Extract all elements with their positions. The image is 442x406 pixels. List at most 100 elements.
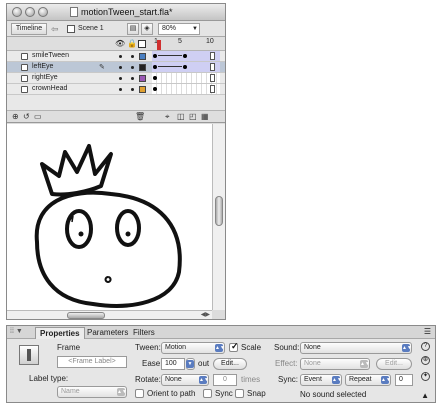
layer-frames[interactable]: [152, 84, 220, 94]
rotate-select[interactable]: None ▲▼: [161, 374, 209, 386]
playhead[interactable]: [157, 40, 161, 50]
ruler-tick-label: 10: [206, 38, 214, 45]
scale-label: Scale: [241, 343, 262, 352]
lock-toggle[interactable]: [131, 77, 134, 80]
panel-tab-bar: ⁞⁞ ▼ Properties Parameters Filters ☰: [7, 326, 435, 339]
scroll-arrows-icon[interactable]: ◀▶: [201, 311, 210, 318]
code-hint-icon[interactable]: ⊕: [421, 356, 430, 365]
tab-filters[interactable]: Filters: [129, 327, 159, 339]
vertical-scroll-thumb[interactable]: [215, 196, 223, 226]
layer-frames[interactable]: [152, 62, 220, 72]
edit-multiple-frames-icon[interactable]: ▦: [201, 112, 209, 121]
frame-ruler[interactable]: 1 5 10: [152, 37, 220, 51]
panel-menu-icon[interactable]: ☰: [424, 327, 431, 336]
visibility-toggle[interactable]: [119, 88, 122, 91]
delete-layer-icon[interactable]: 🗑: [135, 112, 145, 121]
sound-select[interactable]: None ▲▼: [300, 342, 412, 354]
tab-properties[interactable]: Properties: [35, 327, 85, 339]
layer-name[interactable]: crownHead: [32, 85, 67, 92]
visibility-toggle[interactable]: [119, 77, 122, 80]
keyframe-marker[interactable]: [183, 65, 187, 69]
center-frame-icon[interactable]: ⌖: [165, 112, 170, 122]
sync-select[interactable]: Event ▲▼: [300, 374, 342, 386]
frame-label-input[interactable]: <Frame Label>: [57, 356, 127, 368]
effect-edit-button[interactable]: Edit...: [376, 358, 412, 370]
close-window-button[interactable]: [12, 7, 22, 17]
show-hide-all-icon[interactable]: 👁: [115, 39, 125, 48]
layer-name[interactable]: leftEye: [32, 63, 53, 70]
vertical-scrollbar[interactable]: [212, 124, 225, 310]
panel-grip-icon[interactable]: ⁞⁞ ▼: [10, 328, 23, 335]
chevron-down-icon: ▲▼: [215, 344, 225, 352]
outline-color-swatch[interactable]: [139, 86, 146, 93]
chevron-down-icon: ▲▼: [381, 376, 391, 384]
layer-name[interactable]: rightEye: [32, 74, 58, 81]
ease-slider-button[interactable]: ▼: [186, 358, 195, 370]
lock-toggle[interactable]: [131, 55, 134, 58]
tween-select[interactable]: Motion ▲▼: [161, 342, 225, 354]
orient-to-path-label: Orient to path: [147, 389, 196, 398]
keyframe-marker[interactable]: [153, 87, 157, 91]
edit-symbols-icon[interactable]: ◈: [141, 23, 153, 35]
lock-all-icon[interactable]: 🔒: [127, 39, 137, 48]
layer-frames[interactable]: [152, 51, 220, 61]
layer-name[interactable]: smileTween: [32, 52, 69, 59]
help-icon[interactable]: ?: [421, 342, 430, 351]
rotation-times-input[interactable]: 0: [213, 374, 237, 386]
tab-parameters[interactable]: Parameters: [83, 327, 132, 339]
insert-folder-icon[interactable]: ▭: [34, 112, 42, 121]
chevron-down-icon: ▲▼: [360, 360, 370, 368]
layer-row[interactable]: leftEye ✎: [7, 62, 225, 73]
visibility-toggle[interactable]: [119, 66, 122, 69]
minimize-window-button[interactable]: [25, 7, 35, 17]
layer-row[interactable]: crownHead: [7, 84, 225, 95]
ease-input[interactable]: 100: [161, 358, 185, 370]
label-type-select[interactable]: Name ▲▼: [57, 386, 127, 398]
timeline-header: 👁 🔒 1 5 10: [7, 37, 225, 51]
snap-checkbox[interactable]: [235, 389, 244, 398]
label-type-value: Name: [61, 388, 80, 395]
layer-frames[interactable]: [152, 73, 220, 83]
edit-scene-icon[interactable]: ▤: [127, 23, 139, 35]
outline-all-icon[interactable]: [138, 40, 146, 48]
onion-outline-icon[interactable]: ◰: [189, 112, 197, 121]
timeline-toggle-button[interactable]: Timeline: [11, 23, 47, 35]
layer-row[interactable]: rightEye: [7, 73, 225, 84]
document-icon: [70, 7, 78, 17]
zoom-select[interactable]: 80% ▼: [158, 23, 200, 35]
orient-to-path-checkbox[interactable]: [135, 389, 144, 398]
accessibility-icon[interactable]: ✦: [421, 372, 430, 381]
sync-value: Event: [304, 376, 322, 383]
scale-checkbox[interactable]: [229, 341, 239, 352]
pencil-icon: ✎: [99, 64, 105, 71]
sync-checkbox[interactable]: [203, 389, 212, 398]
outline-color-swatch[interactable]: [139, 64, 146, 71]
back-arrow-icon[interactable]: ⇦: [51, 24, 59, 36]
scene-breadcrumb[interactable]: Scene 1: [78, 23, 104, 35]
title-bar[interactable]: motionTween_start.fla*: [7, 4, 225, 21]
visibility-toggle[interactable]: [119, 55, 122, 58]
lock-toggle[interactable]: [131, 66, 134, 69]
repeat-count-input[interactable]: 0: [395, 374, 413, 386]
collapse-arrow-icon[interactable]: ▲: [421, 391, 429, 400]
keyframe-marker[interactable]: [153, 65, 157, 69]
keyframe-marker[interactable]: [153, 54, 157, 58]
layer-row[interactable]: smileTween: [7, 51, 225, 62]
zoom-window-button[interactable]: [38, 7, 48, 17]
ease-edit-button[interactable]: Edit...: [213, 358, 247, 370]
effect-select[interactable]: None ▲▼: [300, 358, 370, 370]
onion-skin-icon[interactable]: ◫: [177, 112, 185, 121]
keyframe-marker[interactable]: [183, 54, 187, 58]
outline-color-swatch[interactable]: [139, 75, 146, 82]
repeat-select[interactable]: Repeat ▲▼: [345, 374, 391, 386]
horizontal-scroll-thumb[interactable]: [67, 312, 105, 319]
chevron-down-icon: ▲▼: [332, 376, 342, 384]
add-motion-guide-icon[interactable]: ↺: [23, 112, 30, 121]
stage-canvas[interactable]: [7, 124, 212, 310]
lock-toggle[interactable]: [131, 88, 134, 91]
chevron-down-icon: ▲▼: [117, 388, 127, 396]
outline-color-swatch[interactable]: [139, 53, 146, 60]
horizontal-scrollbar[interactable]: ◀▶: [7, 310, 212, 319]
insert-layer-icon[interactable]: ⊕: [12, 112, 19, 121]
keyframe-marker[interactable]: [153, 76, 157, 80]
